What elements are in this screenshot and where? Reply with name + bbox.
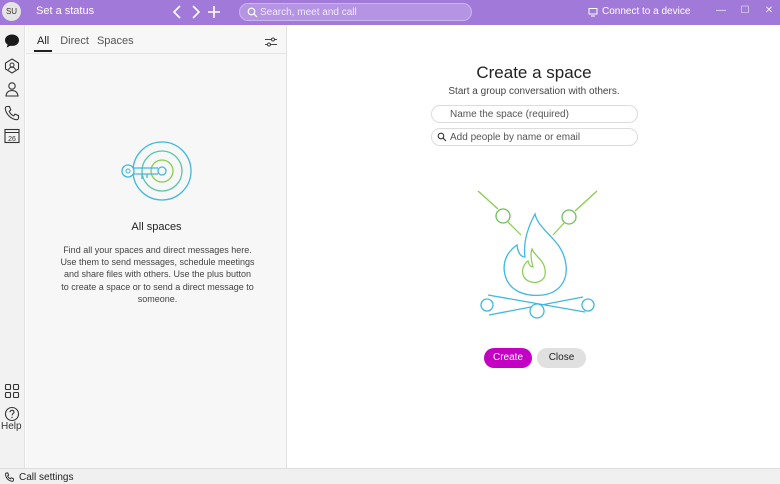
calendar-icon[interactable]: 26 bbox=[3, 127, 21, 145]
space-name-input[interactable] bbox=[450, 108, 630, 121]
set-status-button[interactable]: Set a status bbox=[36, 5, 94, 17]
empty-state-description: Find all your spaces and direct messages… bbox=[60, 245, 255, 304]
search-icon bbox=[437, 132, 447, 142]
close-button[interactable]: Close bbox=[537, 348, 586, 368]
search-input[interactable] bbox=[260, 5, 465, 19]
tab-direct[interactable]: Direct bbox=[60, 35, 89, 52]
target-key-illustration bbox=[121, 141, 192, 201]
connect-to-device-button[interactable]: Connect to a device bbox=[588, 6, 690, 17]
campfire-illustration bbox=[477, 190, 598, 319]
calendar-day: 26 bbox=[8, 136, 16, 143]
teams-icon[interactable] bbox=[3, 57, 21, 75]
create-space-pane: Create a space Start a group conversatio… bbox=[288, 25, 780, 468]
apps-icon[interactable] bbox=[3, 382, 21, 400]
help-label[interactable]: Help bbox=[1, 421, 22, 432]
back-arrow-icon[interactable] bbox=[170, 3, 186, 21]
calls-icon[interactable] bbox=[3, 104, 21, 122]
tab-all[interactable]: All bbox=[34, 35, 53, 52]
search-bar[interactable] bbox=[239, 3, 472, 21]
create-button[interactable]: Create bbox=[484, 348, 532, 368]
maximize-icon[interactable]: ☐ bbox=[738, 4, 752, 18]
phone-settings-icon bbox=[5, 472, 14, 482]
navigation-rail: 26 Help bbox=[0, 25, 25, 468]
close-window-icon[interactable]: ✕ bbox=[762, 4, 776, 18]
filter-tabs: All Direct Spaces bbox=[34, 35, 134, 52]
tab-spaces[interactable]: Spaces bbox=[97, 35, 134, 52]
page-title: Create a space bbox=[476, 63, 592, 82]
search-icon bbox=[247, 7, 258, 18]
call-settings-button[interactable]: Call settings bbox=[4, 472, 73, 483]
divider bbox=[26, 53, 287, 54]
contacts-icon[interactable] bbox=[3, 80, 21, 98]
add-people-input[interactable] bbox=[450, 131, 630, 144]
connect-label: Connect to a device bbox=[602, 6, 691, 17]
messaging-icon[interactable] bbox=[3, 32, 21, 50]
filter-icon[interactable] bbox=[264, 36, 278, 48]
spaces-panel: All Direct Spaces All spaces Find all yo… bbox=[26, 25, 287, 468]
call-settings-label: Call settings bbox=[19, 472, 74, 483]
empty-state-title: All spaces bbox=[131, 221, 182, 233]
status-bar: Call settings bbox=[0, 468, 780, 484]
device-icon bbox=[588, 7, 598, 16]
avatar[interactable]: SU bbox=[2, 2, 21, 21]
page-subtitle: Start a group conversation with others. bbox=[448, 86, 620, 97]
forward-arrow-icon[interactable] bbox=[187, 3, 203, 21]
minimize-icon[interactable]: — bbox=[714, 4, 728, 18]
space-name-field[interactable] bbox=[431, 105, 638, 123]
add-people-field[interactable] bbox=[431, 128, 638, 146]
title-bar: SU Set a status Connect to a device — ☐ … bbox=[0, 0, 780, 25]
plus-icon[interactable] bbox=[206, 3, 222, 21]
